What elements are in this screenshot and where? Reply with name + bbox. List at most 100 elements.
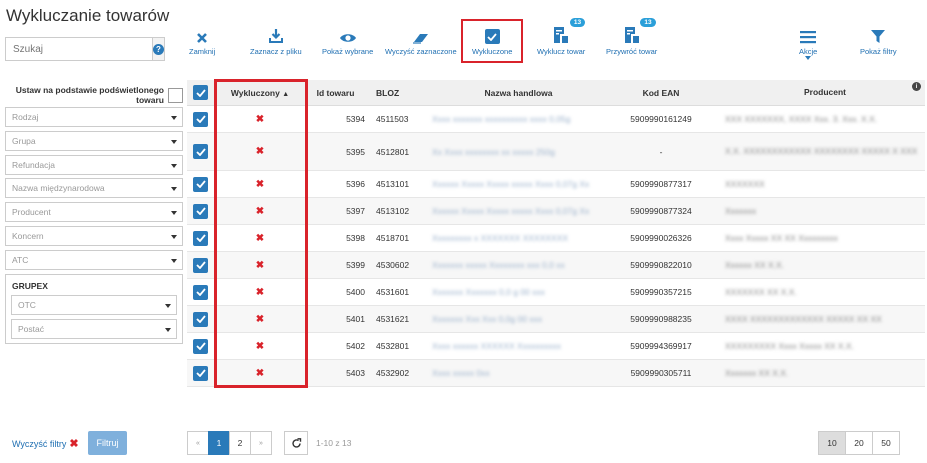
document-restore-icon: 13 <box>624 18 656 44</box>
check-icon <box>195 369 206 377</box>
cell-id: 5396 <box>346 179 365 189</box>
cell-id: 5398 <box>346 233 365 243</box>
cell-producer: Xxxxxxx XX X.X. <box>725 367 789 378</box>
check-icon <box>195 88 206 97</box>
clear-filters-link[interactable]: Wyczyść filtry ✖ <box>12 437 79 450</box>
search-input[interactable] <box>5 37 152 61</box>
page-size-20[interactable]: 20 <box>845 431 873 455</box>
check-icon <box>195 147 206 156</box>
mark-from-file-button[interactable]: Zaznacz z pliku <box>250 26 302 56</box>
check-icon <box>195 180 206 188</box>
filter-producent[interactable]: Producent <box>5 202 183 222</box>
check-icon <box>195 288 206 296</box>
records-count: 1-10 z 13 <box>316 438 352 448</box>
cell-id: 5395 <box>346 146 365 157</box>
cell-ean: 5909990988235 <box>630 314 692 324</box>
close-button[interactable]: Zamknij <box>189 26 215 56</box>
row-checkbox[interactable] <box>193 230 208 246</box>
cell-bloz: 4518701 <box>376 233 410 243</box>
row-checkbox[interactable] <box>193 365 208 381</box>
chevron-down-icon <box>171 211 177 215</box>
next-page-button[interactable]: » <box>250 431 272 455</box>
cell-ean: 5909990305711 <box>630 368 692 378</box>
chevron-down-icon <box>165 328 171 332</box>
column-header-ean[interactable]: Kod EAN <box>605 88 717 98</box>
chevron-down-icon <box>171 140 177 144</box>
chevron-down-icon <box>171 235 177 239</box>
filter-rodzaj[interactable]: Rodzaj <box>5 107 183 127</box>
chevron-down-icon <box>171 259 177 263</box>
cell-name: Xxxx xxxxx 0xx <box>432 368 490 378</box>
clear-selected-button[interactable]: Wyczyść zaznaczone <box>385 26 457 56</box>
chevron-down-icon <box>165 304 171 308</box>
exclude-item-button[interactable]: 13 Wyklucz towar <box>537 18 585 56</box>
refresh-button[interactable] <box>284 431 308 455</box>
download-icon <box>268 26 284 44</box>
cell-id: 5402 <box>346 341 365 351</box>
filter-nazwa-miedzynarodowa[interactable]: Nazwa międzynarodowa <box>5 178 183 198</box>
cell-producer: XXXXXXX XX X.X. <box>725 286 797 297</box>
row-checkbox[interactable] <box>193 311 208 327</box>
column-header-id[interactable]: Id towaru <box>306 88 370 98</box>
show-selected-button[interactable]: Pokaż wybrane <box>322 26 373 56</box>
row-checkbox[interactable] <box>193 144 208 159</box>
cell-ean: 5909990877317 <box>630 179 692 189</box>
cell-ean: 5909990357215 <box>630 287 692 297</box>
column-header-bloz[interactable]: BLOZ <box>370 88 424 98</box>
row-checkbox[interactable] <box>193 338 208 354</box>
search-help-button[interactable]: ? <box>152 37 165 61</box>
filter-button[interactable]: Filtruj <box>88 431 127 455</box>
row-checkbox[interactable] <box>193 203 208 219</box>
page-title: Wykluczanie towarów <box>6 6 170 25</box>
select-all-checkbox[interactable] <box>193 85 208 100</box>
filter-atc[interactable]: ATC <box>5 250 183 270</box>
excluded-button[interactable]: Wykluczone <box>461 19 524 63</box>
cell-bloz: 4513102 <box>376 206 410 216</box>
cell-ean: 5909990822010 <box>630 260 692 270</box>
check-icon <box>195 115 206 123</box>
column-header-name[interactable]: Nazwa handlowa <box>424 88 605 98</box>
filter-grupa[interactable]: Grupa <box>5 131 183 151</box>
eye-icon <box>339 26 357 44</box>
cell-producer: Xxxx Xxxxx XX XX Xxxxxxxxx <box>725 232 838 243</box>
page-2-button[interactable]: 2 <box>229 431 251 455</box>
filter-otc[interactable]: OTC <box>11 295 177 315</box>
restore-item-button[interactable]: 13 Przywróć towar <box>606 18 657 56</box>
page-size-50[interactable]: 50 <box>872 431 900 455</box>
row-checkbox[interactable] <box>193 284 208 300</box>
row-checkbox[interactable] <box>193 176 208 192</box>
row-checkbox[interactable] <box>193 111 208 127</box>
highlight-checkbox[interactable] <box>168 87 183 103</box>
cell-id: 5397 <box>346 206 365 216</box>
filter-postac[interactable]: Postać <box>11 319 177 339</box>
cell-name: Xxxx xxxxxx XXXXXX Xxxxxxxxxx <box>432 341 561 351</box>
cell-name: Xx Xxxx xxxxxxxx xx xxxxx 250g <box>432 146 555 157</box>
show-filters-button[interactable]: Pokaż filtry <box>860 26 897 56</box>
checkbox-checked-icon <box>484 29 500 44</box>
prev-page-button[interactable]: « <box>187 431 209 455</box>
cell-producer: X.X. XXXXXXXXXXXX XXXXXXXX XXXXX X XXX <box>725 146 918 156</box>
cell-name: Xxxxxxxxx x XXXXXXX XXXXXXXX <box>432 233 569 243</box>
cell-id: 5401 <box>346 314 365 324</box>
cell-bloz: 4513101 <box>376 179 410 189</box>
cell-name: Xxxxxxx Xxx Xxx 0,0g 00 xxx <box>432 314 543 324</box>
restore-count-badge: 13 <box>640 18 656 27</box>
row-checkbox[interactable] <box>193 257 208 273</box>
cell-ean: 5909990877324 <box>630 206 692 216</box>
cell-name: Xxxxxxx Xxxxxxx 0,0 g 00 xxx <box>432 287 545 297</box>
filter-koncern[interactable]: Koncern <box>5 226 183 246</box>
cell-id: 5399 <box>346 260 365 270</box>
cell-ean: - <box>659 146 663 157</box>
actions-menu-button[interactable]: Akcje <box>799 26 817 60</box>
check-icon <box>195 234 206 242</box>
chevron-down-icon <box>171 164 177 168</box>
cell-bloz: 4530602 <box>376 260 410 270</box>
info-icon[interactable]: i <box>912 82 921 91</box>
page-1-button[interactable]: 1 <box>208 431 230 455</box>
filter-refundacja[interactable]: Refundacja <box>5 155 183 175</box>
column-header-producer[interactable]: Producent <box>717 87 925 98</box>
page-size-10[interactable]: 10 <box>818 431 846 455</box>
cell-name: Xxxxxxx xxxxx Xxxxxxxx xxx 0,0 xx <box>432 260 565 270</box>
cell-ean: 5909994369917 <box>630 341 692 351</box>
check-icon <box>195 315 206 323</box>
